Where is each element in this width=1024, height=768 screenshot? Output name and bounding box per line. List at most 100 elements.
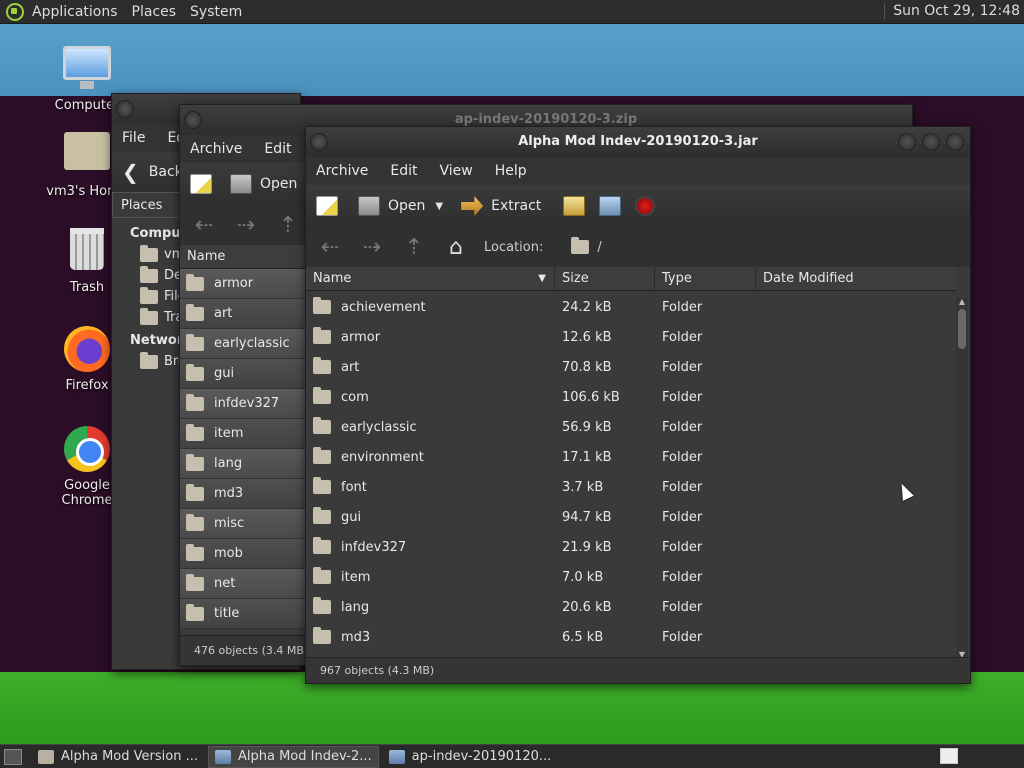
folder-icon	[313, 537, 331, 554]
scroll-thumb[interactable]	[958, 309, 966, 349]
table-row[interactable]: infdev327 21.9 kB Folder	[306, 532, 956, 562]
applications-menu[interactable]: Applications	[32, 4, 118, 20]
list-item[interactable]: art	[180, 299, 306, 329]
table-row[interactable]: environment 17.1 kB Folder	[306, 442, 956, 472]
open-button[interactable]: Open	[260, 176, 297, 192]
show-desktop-icon[interactable]	[4, 748, 22, 765]
desktop-wallpaper-sky	[0, 24, 1024, 96]
list-item[interactable]: md3	[180, 479, 306, 509]
folder-icon	[186, 573, 204, 591]
list-item[interactable]: gui	[180, 359, 306, 389]
list-item[interactable]: title	[180, 599, 306, 629]
workspace-switcher-icon[interactable]	[940, 748, 958, 764]
back-button[interactable]: Back	[149, 164, 183, 180]
menu-file[interactable]: File	[122, 130, 145, 146]
add-files-icon[interactable]	[563, 196, 586, 216]
menu-edit[interactable]: Edit	[264, 141, 291, 157]
column-header-name[interactable]: Name	[180, 244, 310, 269]
menu-help[interactable]: Help	[495, 163, 527, 179]
maximize-button[interactable]	[922, 133, 940, 151]
list-header: Name ▼ Size Type Date Modified	[306, 266, 956, 291]
folder-icon	[313, 387, 331, 404]
folder-icon	[186, 333, 204, 351]
table-row[interactable]: item 7.0 kB Folder	[306, 562, 956, 592]
list-item[interactable]: mob	[180, 539, 306, 569]
list-item[interactable]: lang	[180, 449, 306, 479]
extract-button[interactable]: Extract	[491, 198, 541, 214]
computer-icon	[63, 46, 111, 89]
taskbar-item-active[interactable]: Alpha Mod Indev-2...	[207, 745, 379, 768]
distro-logo-icon[interactable]	[6, 2, 24, 21]
table-row[interactable]: font 3.7 kB Folder	[306, 472, 956, 502]
window-menu-button[interactable]	[116, 100, 134, 118]
archive-window-jar[interactable]: Alpha Mod Indev-20190120-3.jar Archive E…	[305, 126, 971, 684]
location-path[interactable]: /	[597, 240, 601, 255]
list-item[interactable]: armor	[180, 269, 306, 299]
folder-icon	[313, 507, 331, 524]
up-arrow-icon[interactable]: ⇡	[274, 213, 302, 238]
table-row[interactable]: armor 12.6 kB Folder	[306, 322, 956, 352]
table-row[interactable]: earlyclassic 56.9 kB Folder	[306, 412, 956, 442]
taskbar-item[interactable]: ap-indev-20190120...	[383, 746, 558, 768]
system-menu[interactable]: System	[190, 4, 242, 20]
column-header-size[interactable]: Size	[555, 266, 655, 291]
column-header-type[interactable]: Type	[655, 266, 756, 291]
back-arrow-icon[interactable]: ⇠	[316, 235, 344, 260]
scroll-up-arrow-icon[interactable]: ▲	[956, 297, 968, 306]
extract-icon[interactable]	[461, 196, 484, 216]
column-header-name[interactable]: Name ▼	[306, 266, 555, 291]
table-row[interactable]: com 106.6 kB Folder	[306, 382, 956, 412]
taskbar: Alpha Mod Version ... Alpha Mod Indev-2.…	[0, 744, 1024, 768]
open-icon[interactable]	[358, 196, 380, 216]
list-header: Name	[180, 244, 310, 269]
menu-edit[interactable]: Edit	[390, 163, 417, 179]
forward-arrow-icon[interactable]: ⇢	[358, 235, 386, 260]
firefox-icon	[64, 326, 110, 372]
taskbar-item[interactable]: Alpha Mod Version ...	[32, 746, 204, 768]
menu-view[interactable]: View	[440, 163, 473, 179]
vertical-scrollbar[interactable]: ▲ ▼	[956, 297, 968, 659]
file-list: achievement 24.2 kB Folder armor 12.6 kB Fol…	[306, 291, 956, 652]
list-item[interactable]: earlyclassic	[180, 329, 306, 359]
forward-arrow-icon[interactable]: ⇢	[232, 213, 260, 238]
menubar: Archive Edit View Help	[306, 157, 970, 185]
stop-icon[interactable]	[635, 196, 656, 216]
minimize-button[interactable]	[898, 133, 916, 151]
table-row[interactable]: achievement 24.2 kB Folder	[306, 292, 956, 322]
table-row[interactable]: lang 20.6 kB Folder	[306, 592, 956, 622]
list-item[interactable]: net	[180, 569, 306, 599]
trash-icon	[140, 307, 158, 325]
window-menu-button[interactable]	[184, 111, 202, 129]
places-menu[interactable]: Places	[132, 4, 177, 20]
window-menu-button[interactable]	[310, 133, 328, 151]
list-item[interactable]: infdev327	[180, 389, 306, 419]
menu-archive[interactable]: Archive	[316, 163, 368, 179]
folder-icon	[186, 453, 204, 471]
folder-icon	[186, 543, 204, 561]
home-icon[interactable]: ⌂	[442, 235, 470, 260]
new-archive-icon[interactable]	[190, 174, 212, 194]
back-arrow-icon[interactable]: ❮	[122, 160, 139, 184]
menu-archive[interactable]: Archive	[190, 141, 242, 157]
open-dropdown-arrow-icon[interactable]: ▼	[435, 201, 443, 212]
back-arrow-icon[interactable]: ⇠	[190, 213, 218, 238]
folder-icon	[38, 749, 54, 764]
clock[interactable]: Sun Oct 29, 12:48	[884, 3, 1020, 19]
table-row[interactable]: gui 94.7 kB Folder	[306, 502, 956, 532]
file-system-icon	[140, 286, 158, 304]
up-arrow-icon[interactable]: ⇡	[400, 235, 428, 260]
table-row[interactable]: art 70.8 kB Folder	[306, 352, 956, 382]
folder-icon	[313, 357, 331, 374]
navigation-bar: ⇠ ⇢ ⇡ ⌂ Location: /	[306, 227, 970, 267]
add-folder-icon[interactable]	[599, 196, 622, 216]
titlebar[interactable]: Alpha Mod Indev-20190120-3.jar	[306, 127, 970, 157]
close-button[interactable]	[946, 133, 964, 151]
network-icon	[140, 351, 158, 369]
list-item[interactable]: misc	[180, 509, 306, 539]
open-icon[interactable]	[230, 174, 252, 194]
column-header-date-modified[interactable]: Date Modified	[756, 267, 956, 291]
list-item[interactable]: item	[180, 419, 306, 449]
new-archive-icon[interactable]	[316, 196, 338, 216]
open-button[interactable]: Open	[388, 198, 425, 214]
table-row[interactable]: md3 6.5 kB Folder	[306, 622, 956, 652]
